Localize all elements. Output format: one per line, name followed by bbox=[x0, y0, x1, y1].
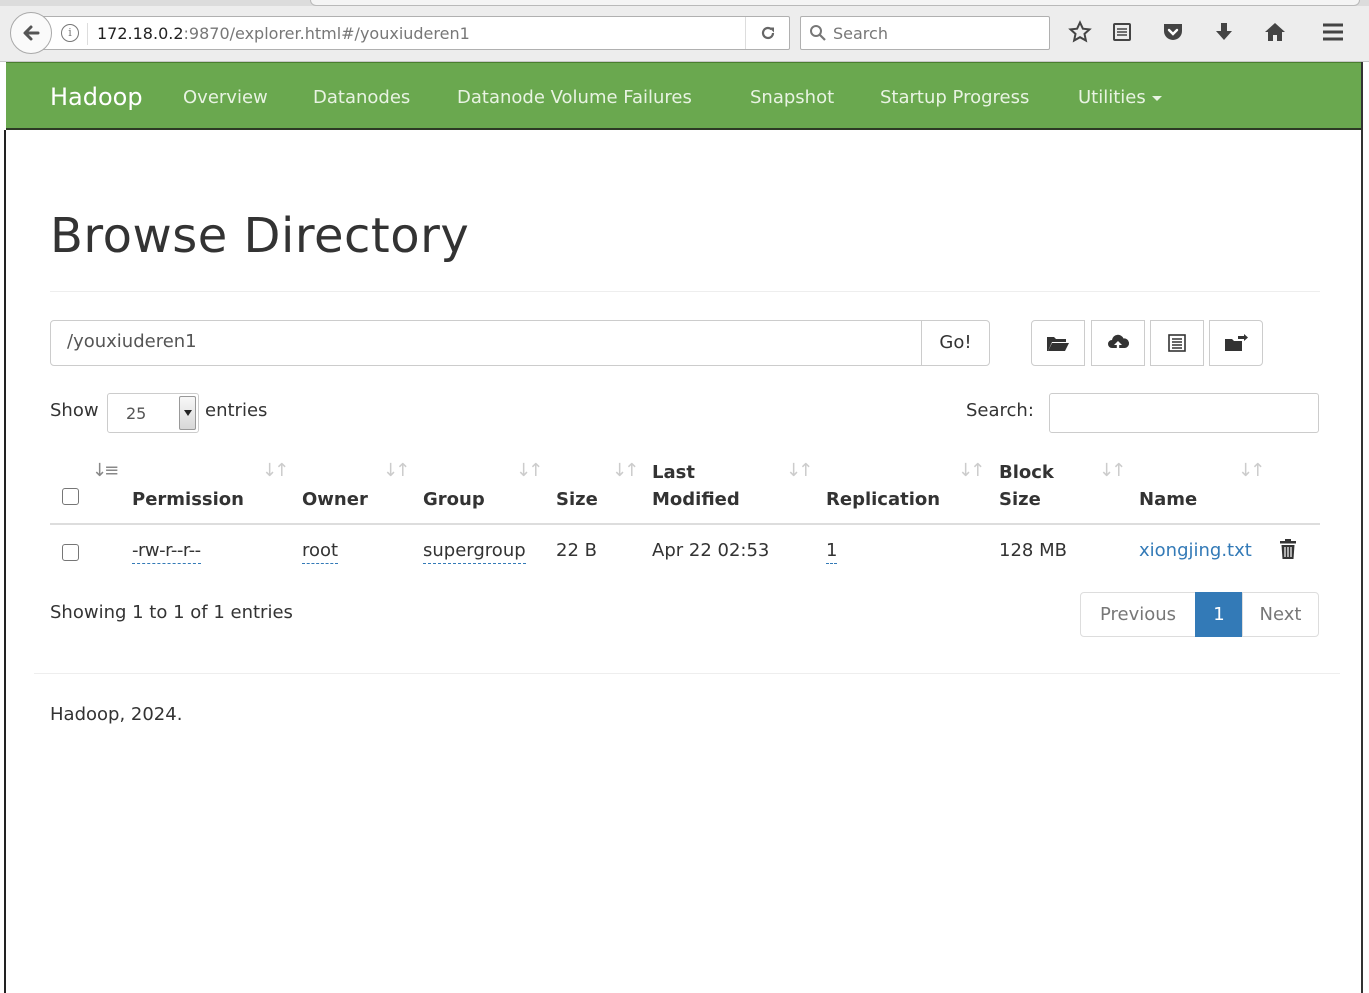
pagination-previous[interactable]: Previous bbox=[1080, 592, 1196, 637]
hadoop-navbar: Hadoop Overview Datanodes Datanode Volum… bbox=[6, 62, 1362, 130]
table-info: Showing 1 to 1 of 1 entries bbox=[50, 602, 293, 623]
cell-size: 22 B bbox=[556, 540, 597, 561]
sort-icon[interactable]: ↓↑ bbox=[383, 460, 410, 481]
nav-snapshot[interactable]: Snapshot bbox=[750, 87, 834, 108]
cell-group[interactable]: supergroup bbox=[423, 540, 526, 564]
select-all-checkbox[interactable] bbox=[62, 488, 79, 505]
url-host: 172.18.0.2 bbox=[97, 24, 184, 43]
path-input-group: /youxiuderen1 Go! bbox=[50, 320, 990, 366]
cell-file-name-link[interactable]: xiongjing.txt bbox=[1139, 540, 1252, 561]
page-footer: Hadoop, 2024. bbox=[50, 704, 183, 725]
url-text: 172.18.0.2:9870/explorer.html#/youxiuder… bbox=[97, 24, 470, 43]
sort-asc-icon[interactable]: ↓≡ bbox=[92, 460, 119, 481]
column-header-group[interactable]: Group bbox=[423, 486, 485, 513]
column-header-owner[interactable]: Owner bbox=[302, 486, 368, 513]
url-separator bbox=[87, 23, 88, 45]
folder-open-icon bbox=[1047, 337, 1069, 351]
home-icon[interactable] bbox=[1261, 18, 1289, 46]
table-header-rule bbox=[50, 523, 1320, 525]
cell-permission[interactable]: -rw-r--r-- bbox=[132, 540, 201, 564]
directory-path-input[interactable]: /youxiuderen1 bbox=[50, 320, 922, 366]
column-header-last-modified-line2[interactable]: Modified bbox=[652, 486, 740, 513]
window-edge-left bbox=[4, 130, 6, 993]
browser-search-placeholder: Search bbox=[833, 24, 888, 43]
nav-utilities-dropdown[interactable]: Utilities bbox=[1078, 87, 1162, 108]
row-select-checkbox[interactable] bbox=[62, 544, 79, 561]
window-edge-right bbox=[1361, 62, 1363, 993]
pagination-next[interactable]: Next bbox=[1242, 592, 1319, 637]
column-header-block-size-line1[interactable]: Block bbox=[999, 459, 1054, 486]
tab-strip bbox=[0, 0, 1369, 6]
table-search-input[interactable] bbox=[1049, 393, 1319, 433]
sort-icon[interactable]: ↓↑ bbox=[958, 460, 985, 481]
navbar-brand[interactable]: Hadoop bbox=[50, 83, 143, 111]
table-search-label: Search: bbox=[966, 400, 1034, 421]
nav-utilities-label: Utilities bbox=[1078, 87, 1146, 108]
pocket-icon[interactable] bbox=[1159, 18, 1187, 46]
sort-icon[interactable]: ↓↑ bbox=[786, 460, 813, 481]
sort-icon[interactable]: ↓↑ bbox=[1099, 460, 1126, 481]
upload-button[interactable] bbox=[1091, 320, 1145, 366]
site-info-icon[interactable]: i bbox=[61, 24, 79, 42]
menu-hamburger-icon[interactable] bbox=[1319, 18, 1347, 46]
reading-list-icon[interactable] bbox=[1108, 18, 1136, 46]
search-icon bbox=[810, 25, 826, 41]
entries-label: entries bbox=[205, 400, 268, 421]
column-header-name[interactable]: Name bbox=[1139, 486, 1197, 513]
trash-icon[interactable] bbox=[1278, 538, 1298, 564]
back-button[interactable] bbox=[10, 12, 52, 54]
downloads-icon[interactable] bbox=[1210, 18, 1238, 46]
cut-paste-button[interactable] bbox=[1150, 320, 1204, 366]
bookmark-star-icon[interactable] bbox=[1066, 18, 1094, 46]
column-header-replication[interactable]: Replication bbox=[826, 486, 940, 513]
column-header-last-modified-line1[interactable]: Last bbox=[652, 459, 695, 486]
nav-startup-progress[interactable]: Startup Progress bbox=[880, 87, 1029, 108]
sort-icon[interactable]: ↓↑ bbox=[612, 460, 639, 481]
show-label: Show bbox=[50, 400, 99, 421]
move-directory-button[interactable] bbox=[1209, 320, 1263, 366]
nav-datanode-volume-failures[interactable]: Datanode Volume Failures bbox=[457, 87, 692, 108]
sort-icon[interactable]: ↓↑ bbox=[516, 460, 543, 481]
sort-icon[interactable]: ↓↑ bbox=[1238, 460, 1265, 481]
browser-toolbar: i 172.18.0.2:9870/explorer.html#/youxiud… bbox=[0, 0, 1369, 62]
create-directory-button[interactable] bbox=[1031, 320, 1085, 366]
cell-last-modified: Apr 22 02:53 bbox=[652, 540, 770, 561]
column-header-block-size-line2[interactable]: Size bbox=[999, 486, 1041, 513]
address-bar[interactable]: i 172.18.0.2:9870/explorer.html#/youxiud… bbox=[34, 16, 790, 50]
go-button[interactable]: Go! bbox=[921, 320, 990, 366]
sort-icon[interactable]: ↓↑ bbox=[262, 460, 289, 481]
page-title: Browse Directory bbox=[50, 208, 470, 264]
caret-down-icon bbox=[1151, 95, 1162, 101]
select-arrow-icon bbox=[179, 396, 196, 430]
active-tab[interactable] bbox=[310, 0, 1360, 6]
footer-divider bbox=[34, 673, 1340, 674]
cell-replication[interactable]: 1 bbox=[826, 540, 838, 564]
cell-owner[interactable]: root bbox=[302, 540, 339, 564]
folder-move-icon bbox=[1225, 334, 1248, 351]
browser-search-field[interactable]: Search bbox=[800, 16, 1050, 50]
page-length-select[interactable]: 25 bbox=[107, 393, 199, 433]
url-path: :9870/explorer.html#/youxiuderen1 bbox=[183, 24, 470, 43]
pagination-page-1[interactable]: 1 bbox=[1195, 592, 1243, 637]
column-header-permission[interactable]: Permission bbox=[132, 486, 244, 513]
cloud-upload-icon bbox=[1108, 334, 1130, 351]
column-header-size[interactable]: Size bbox=[556, 486, 598, 513]
back-arrow-icon bbox=[23, 25, 40, 41]
title-divider bbox=[50, 291, 1320, 292]
nav-datanodes[interactable]: Datanodes bbox=[313, 87, 410, 108]
page-length-value: 25 bbox=[126, 404, 147, 423]
cell-block-size: 128 MB bbox=[999, 540, 1067, 561]
list-alt-icon bbox=[1168, 334, 1186, 352]
nav-overview[interactable]: Overview bbox=[183, 87, 268, 108]
reload-icon[interactable] bbox=[745, 17, 789, 49]
